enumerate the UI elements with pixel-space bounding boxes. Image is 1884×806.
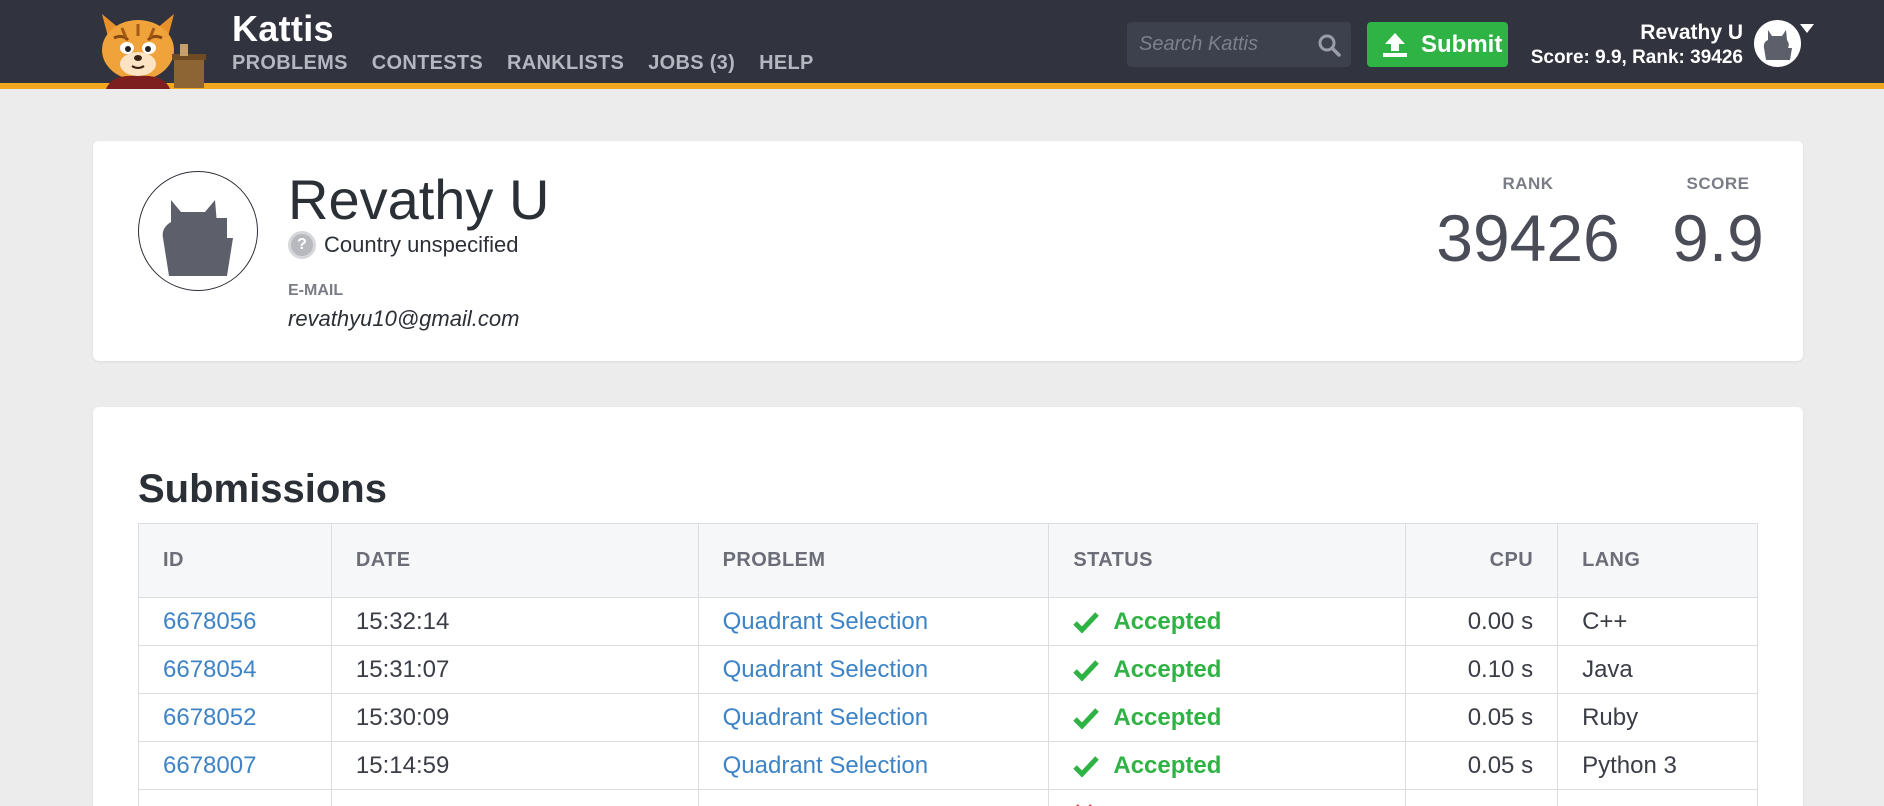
top-navbar: Kattis PROBLEMS CONTESTS RANKLISTS JOBS … xyxy=(0,0,1884,89)
table-row: 6678056 15:32:14 Quadrant Selection Acce… xyxy=(138,597,1758,646)
question-icon: ? xyxy=(288,231,316,259)
user-name: Revathy U xyxy=(1640,21,1743,44)
submit-button[interactable]: Submit xyxy=(1367,22,1508,67)
score-value: 9.9 xyxy=(1672,201,1764,275)
table-row: 6678052 15:30:09 Quadrant Selection Acce… xyxy=(138,693,1758,742)
user-info[interactable]: Revathy U Score: 9.9, Rank: 39426 xyxy=(1531,20,1743,70)
col-problem[interactable]: PROBLEM xyxy=(697,523,1050,598)
x-icon xyxy=(1075,803,1093,806)
user-score-rank: Score: 9.9, Rank: 39426 xyxy=(1530,47,1743,68)
submission-lang: Java xyxy=(1557,645,1758,694)
status-text: Accepted xyxy=(1113,751,1222,779)
status-text: Accepted xyxy=(1113,703,1222,731)
col-status[interactable]: STATUS xyxy=(1048,523,1407,598)
status-badge: Accepted xyxy=(1073,752,1405,780)
submission-date: 15:30:09 xyxy=(330,693,699,742)
submission-cpu: 0.05 s xyxy=(1405,693,1559,742)
submit-label: Submit xyxy=(1421,30,1503,58)
table-header-row: ID DATE PROBLEM STATUS CPU LANG xyxy=(138,523,1758,598)
submission-cpu: 0.05 s xyxy=(1405,741,1559,790)
submission-lang: C++ xyxy=(1557,597,1758,646)
status-badge: Accepted xyxy=(1073,608,1405,636)
submission-date: 15:31:07 xyxy=(330,645,699,694)
problem-link[interactable]: Quadrant Selection xyxy=(723,656,928,683)
status-text: Accepted xyxy=(1113,607,1222,635)
status-badge: Accepted xyxy=(1073,704,1405,732)
submission-id-link[interactable]: 6678052 xyxy=(163,704,256,731)
submission-id-link[interactable]: 6678054 xyxy=(163,656,256,683)
submission-date: 15:14:59 xyxy=(330,741,699,790)
check-icon xyxy=(1073,659,1100,681)
nav-ranklists[interactable]: RANKLISTS xyxy=(507,52,624,75)
check-icon xyxy=(1073,755,1100,777)
score-label: SCORE xyxy=(1686,174,1750,193)
main-nav: PROBLEMS CONTESTS RANKLISTS JOBS (3) HEL… xyxy=(232,52,814,75)
rank-label: RANK xyxy=(1502,174,1554,193)
email-label: E-MAIL xyxy=(288,282,344,299)
rank-value: 39426 xyxy=(1436,201,1620,275)
avatar[interactable] xyxy=(1754,20,1801,67)
problem-link[interactable]: Quadrant Selection xyxy=(723,752,928,779)
submission-date: 15:32:14 xyxy=(330,597,699,646)
brand-title[interactable]: Kattis xyxy=(232,8,334,50)
col-date[interactable]: DATE xyxy=(330,523,699,598)
upload-icon xyxy=(1383,32,1407,57)
submission-id-link[interactable]: 6678056 xyxy=(163,608,256,635)
submission-lang: Python 3 xyxy=(1557,741,1758,790)
check-icon xyxy=(1073,707,1100,729)
col-cpu[interactable]: CPU xyxy=(1405,523,1559,598)
status-text: Accepted xyxy=(1113,655,1222,683)
kattis-logo-icon[interactable] xyxy=(92,8,214,89)
submission-cpu xyxy=(1405,789,1559,806)
profile-name: Revathy U xyxy=(288,168,550,231)
rank-stat: RANK 39426 xyxy=(1428,174,1628,276)
submissions-table: ID DATE PROBLEM STATUS CPU LANG 6678056 … xyxy=(138,523,1758,806)
country-info: ? Country unspecified xyxy=(288,231,518,259)
table-row xyxy=(138,789,1758,806)
avatar-silhouette-icon xyxy=(1763,30,1792,60)
search-input[interactable] xyxy=(1127,22,1307,67)
country-text: Country unspecified xyxy=(324,232,519,257)
profile-card: Revathy U ? Country unspecified E-MAIL r… xyxy=(93,141,1803,361)
chevron-down-icon[interactable] xyxy=(1800,24,1814,33)
search-icon[interactable] xyxy=(1317,33,1341,57)
avatar-silhouette-icon xyxy=(162,200,233,276)
submission-lang xyxy=(1557,789,1758,806)
submission-cpu: 0.10 s xyxy=(1405,645,1559,694)
status-badge xyxy=(1073,803,1405,806)
submission-lang: Ruby xyxy=(1557,693,1758,742)
submission-date xyxy=(330,789,699,806)
status-badge: Accepted xyxy=(1073,656,1405,684)
table-row: 6678007 15:14:59 Quadrant Selection Acce… xyxy=(138,741,1758,790)
profile-avatar xyxy=(138,171,258,291)
search-box xyxy=(1127,22,1351,67)
submission-id-link[interactable]: 6678007 xyxy=(163,752,256,779)
nav-jobs[interactable]: JOBS (3) xyxy=(648,52,735,75)
problem-link[interactable]: Quadrant Selection xyxy=(723,704,928,731)
email-value: revathyu10@gmail.com xyxy=(288,306,520,331)
table-row: 6678054 15:31:07 Quadrant Selection Acce… xyxy=(138,645,1758,694)
nav-problems[interactable]: PROBLEMS xyxy=(232,52,348,75)
col-id[interactable]: ID xyxy=(138,523,332,598)
submissions-card: Submissions ID DATE PROBLEM STATUS CPU L… xyxy=(93,407,1803,806)
submission-cpu: 0.00 s xyxy=(1405,597,1559,646)
col-lang[interactable]: LANG xyxy=(1557,523,1758,598)
submissions-title: Submissions xyxy=(138,467,387,511)
nav-help[interactable]: HELP xyxy=(759,52,814,75)
problem-link[interactable]: Quadrant Selection xyxy=(723,608,928,635)
score-stat: SCORE 9.9 xyxy=(1658,174,1778,276)
check-icon xyxy=(1073,611,1100,633)
nav-contests[interactable]: CONTESTS xyxy=(372,52,483,75)
